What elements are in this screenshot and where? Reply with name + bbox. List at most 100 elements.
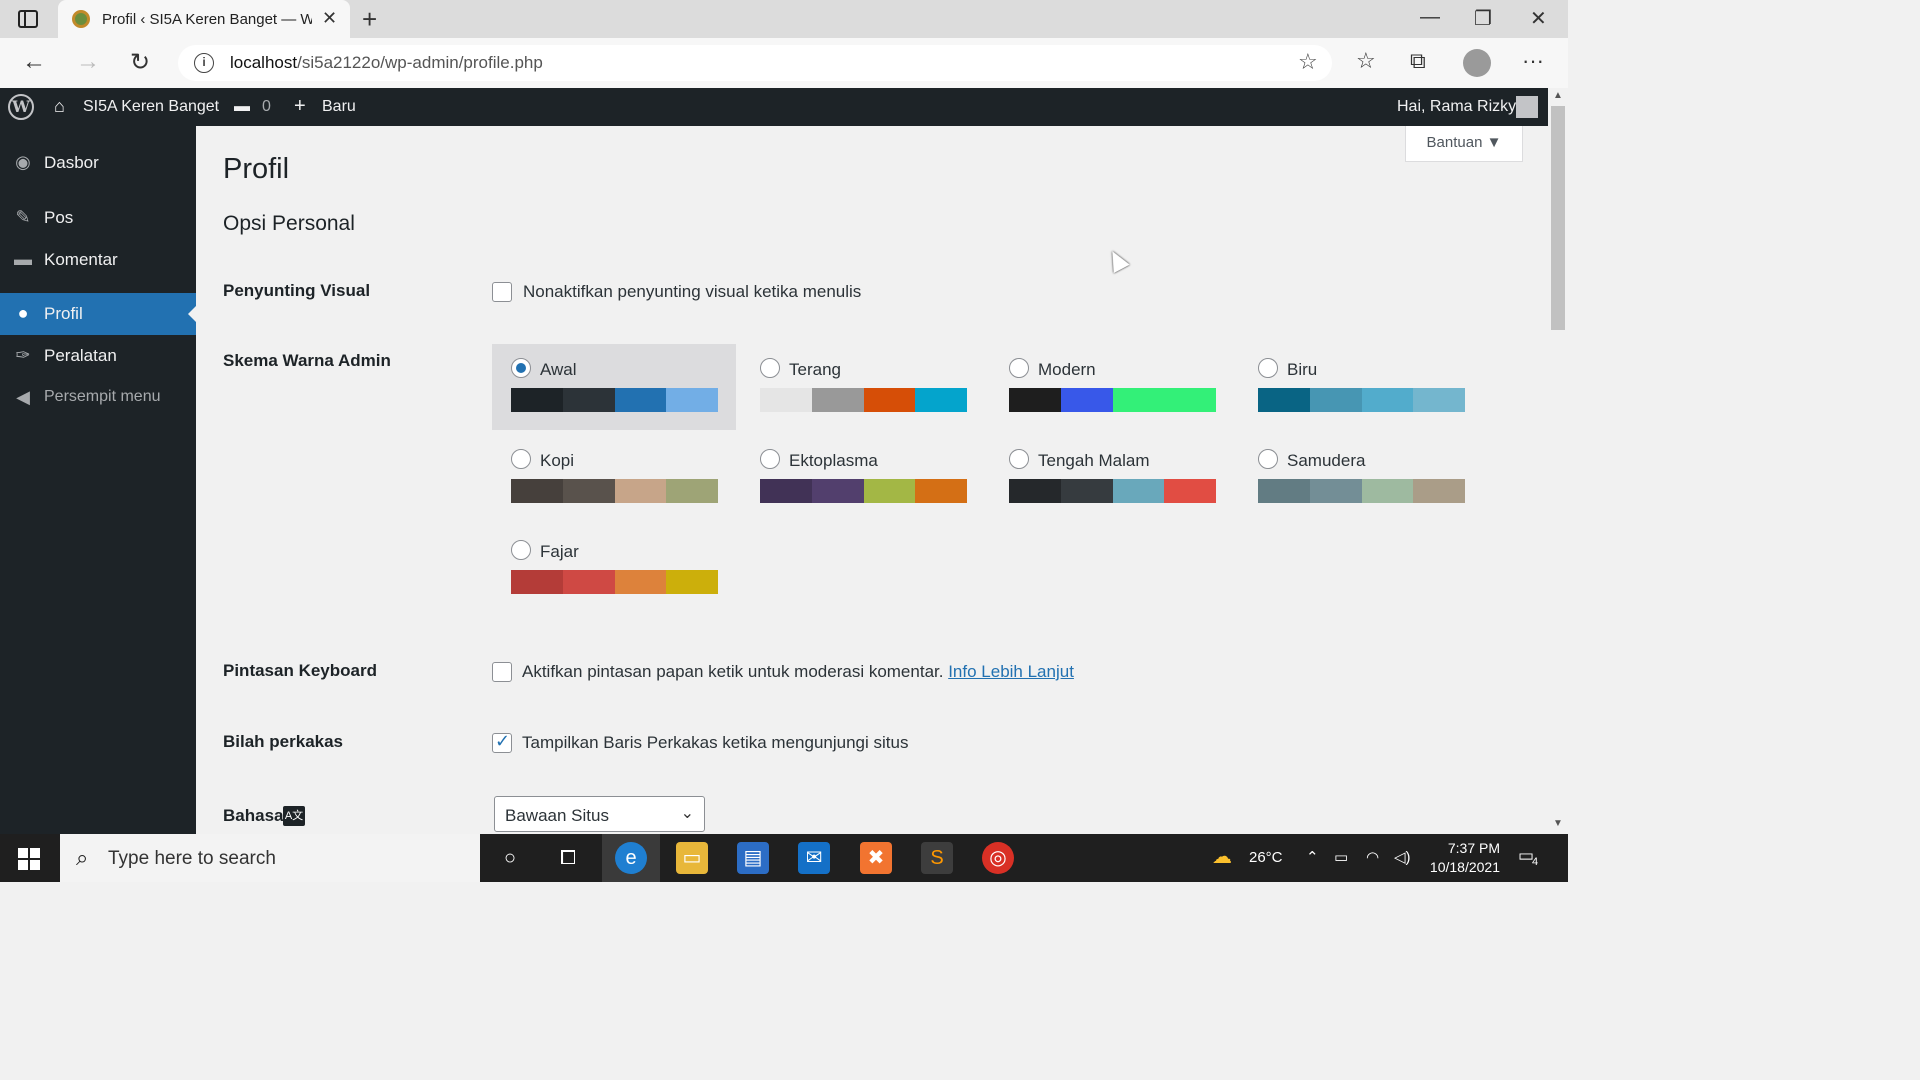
add-favorite-icon[interactable]: ☆: [1298, 49, 1318, 75]
taskbar-search-input[interactable]: ⌕ Type here to search: [60, 834, 480, 882]
forward-icon[interactable]: →: [76, 48, 100, 76]
scroll-up-icon[interactable]: ▲: [1553, 90, 1563, 101]
color-scheme-radio[interactable]: [1258, 358, 1278, 378]
language-select[interactable]: Bawaan Situs ⌄: [494, 796, 705, 832]
user-avatar[interactable]: [1516, 96, 1538, 118]
toolbar-checkbox[interactable]: [492, 731, 512, 753]
color-scheme-option[interactable]: Terang: [741, 344, 985, 430]
new-content-link[interactable]: Baru: [322, 98, 356, 116]
keyboard-shortcuts-option[interactable]: Aktifkan pintasan papan ketik untuk mode…: [522, 662, 1074, 682]
wordpress-logo-icon[interactable]: W: [8, 94, 34, 120]
new-tab-icon[interactable]: +: [362, 4, 377, 35]
chevron-down-icon: ⌄: [680, 805, 694, 822]
visual-editor-option[interactable]: Nonaktifkan penyunting visual ketika men…: [523, 282, 861, 302]
chrome-icon[interactable]: ◎: [982, 842, 1014, 874]
sidebar-item-pos[interactable]: ✎ Pos: [0, 197, 196, 239]
color-swatch: [1258, 479, 1310, 503]
section-title: Opsi Personal: [223, 212, 355, 235]
temperature[interactable]: 26°C: [1249, 849, 1283, 866]
info-icon[interactable]: i: [194, 53, 214, 73]
color-swatch: [1258, 388, 1310, 412]
admin-sidebar: ◉ Dasbor ✎ Pos ▬ Komentar ● Profil ✑ Per…: [0, 126, 196, 834]
wifi-icon[interactable]: ◠: [1366, 848, 1379, 866]
color-swatch: [760, 388, 812, 412]
comments-count[interactable]: 0: [262, 98, 271, 116]
restore-icon[interactable]: ❐: [1474, 6, 1492, 31]
comment-bubble-icon[interactable]: ▬: [234, 98, 250, 116]
volume-icon[interactable]: ◁): [1394, 848, 1411, 866]
color-scheme-radio[interactable]: [511, 449, 531, 469]
weather-icon[interactable]: ☁: [1212, 844, 1232, 869]
color-scheme-option[interactable]: Kopi: [492, 435, 736, 521]
xampp-icon[interactable]: ✖: [860, 842, 892, 874]
browser-tab[interactable]: Profil ‹ SI5A Keren Banget — Wo ✕: [58, 0, 350, 38]
windows-start-icon[interactable]: [18, 848, 40, 870]
page-scrollbar[interactable]: ▲ ▼: [1548, 88, 1568, 834]
color-scheme-name: Biru: [1287, 360, 1318, 379]
site-name-link[interactable]: SI5A Keren Banget: [83, 98, 219, 116]
tab-actions-icon[interactable]: [18, 10, 38, 28]
mouse-cursor-icon: [1104, 246, 1130, 274]
sidebar-item-komentar[interactable]: ▬ Komentar: [0, 239, 196, 281]
mail-icon[interactable]: ✉: [798, 842, 830, 874]
task-view-icon[interactable]: ⧠: [552, 842, 584, 874]
close-window-icon[interactable]: ✕: [1530, 6, 1547, 31]
sidebar-item-peralatan[interactable]: ✑ Peralatan: [0, 335, 196, 377]
color-scheme-option[interactable]: Samudera: [1239, 435, 1483, 521]
more-menu-icon[interactable]: ···: [1522, 48, 1544, 74]
edge-browser-icon[interactable]: e: [615, 842, 647, 874]
color-scheme-radio[interactable]: [760, 358, 780, 378]
refresh-icon[interactable]: ↻: [130, 48, 150, 77]
help-button[interactable]: Bantuan ▼: [1405, 126, 1523, 162]
home-icon[interactable]: ⌂: [54, 96, 65, 117]
color-swatch: [1009, 388, 1061, 412]
color-scheme-radio[interactable]: [511, 540, 531, 560]
file-explorer-icon[interactable]: ▭: [676, 842, 708, 874]
minimize-icon[interactable]: —: [1420, 6, 1440, 29]
scroll-down-icon[interactable]: ▼: [1553, 818, 1563, 829]
color-swatch: [614, 479, 667, 503]
taskbar-clock[interactable]: 7:37 PM 10/18/2021: [1418, 839, 1500, 877]
color-swatch: [562, 479, 615, 503]
color-scheme-name: Ektoplasma: [789, 451, 878, 470]
profile-avatar[interactable]: [1463, 49, 1491, 77]
color-scheme-swatches: [760, 388, 967, 412]
color-scheme-radio[interactable]: [1009, 358, 1029, 378]
collapse-menu-button[interactable]: ◀ Persempit menu: [0, 377, 196, 419]
color-scheme-radio[interactable]: [511, 358, 531, 378]
keyboard-shortcuts-checkbox[interactable]: [492, 662, 512, 682]
color-scheme-radio[interactable]: [1258, 449, 1278, 469]
user-greeting[interactable]: Hai, Rama Rizky: [1397, 98, 1516, 116]
plus-icon[interactable]: +: [294, 95, 306, 118]
color-scheme-swatches: [511, 388, 718, 412]
url-input[interactable]: i localhost/si5a2122o/wp-admin/profile.p…: [178, 45, 1332, 81]
sidebar-item-profil[interactable]: ● Profil: [0, 293, 196, 335]
back-icon[interactable]: ←: [22, 48, 46, 76]
sidebar-item-dasbor[interactable]: ◉ Dasbor: [0, 142, 196, 184]
sublime-text-icon[interactable]: S: [921, 842, 953, 874]
color-swatch: [562, 570, 615, 594]
tray-expand-icon[interactable]: ⌃: [1306, 848, 1319, 866]
battery-icon[interactable]: ▭: [1334, 848, 1348, 866]
visual-editor-checkbox[interactable]: [492, 282, 512, 302]
color-scheme-option[interactable]: Awal: [492, 344, 736, 430]
more-info-link[interactable]: Info Lebih Lanjut: [948, 662, 1074, 681]
color-swatch: [1309, 388, 1362, 412]
color-scheme-option[interactable]: Biru: [1239, 344, 1483, 430]
scrollbar-thumb[interactable]: [1551, 106, 1565, 330]
store-icon[interactable]: ▤: [737, 842, 769, 874]
color-scheme-radio[interactable]: [1009, 449, 1029, 469]
color-scheme-swatches: [511, 479, 718, 503]
color-scheme-option[interactable]: Tengah Malam: [990, 435, 1234, 521]
favorites-icon[interactable]: ☆: [1356, 48, 1376, 74]
toolbar-option[interactable]: Tampilkan Baris Perkakas ketika mengunju…: [522, 733, 908, 753]
close-tab-icon[interactable]: ✕: [322, 8, 337, 29]
color-scheme-option[interactable]: Modern: [990, 344, 1234, 430]
color-scheme-option[interactable]: Ektoplasma: [741, 435, 985, 521]
comment-icon: ▬: [14, 249, 32, 269]
color-swatch: [760, 479, 812, 503]
color-scheme-option[interactable]: Fajar: [492, 526, 736, 612]
color-scheme-radio[interactable]: [760, 449, 780, 469]
collections-icon[interactable]: ⧉: [1410, 48, 1426, 74]
cortana-icon[interactable]: ○: [494, 842, 526, 874]
